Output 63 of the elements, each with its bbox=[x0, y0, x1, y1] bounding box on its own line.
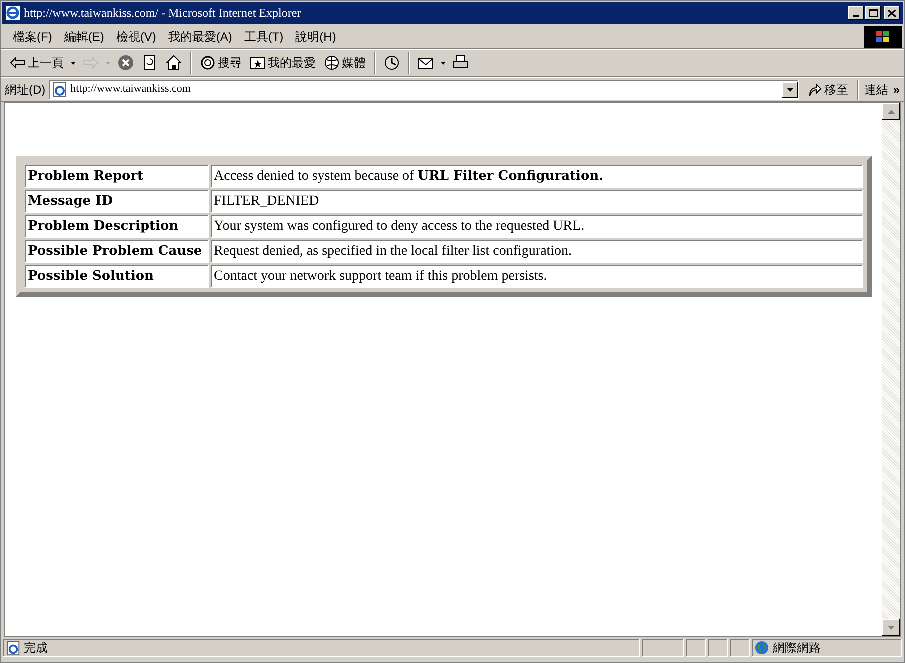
menu-item[interactable]: 檢視(V) bbox=[110, 26, 162, 46]
forward-arrow-icon bbox=[83, 55, 99, 71]
back-arrow-icon bbox=[10, 55, 26, 71]
status-pane bbox=[686, 639, 706, 657]
table-cell: Possible Solution bbox=[25, 265, 209, 288]
caret-icon bbox=[441, 62, 446, 64]
down-arrow-icon bbox=[888, 626, 894, 630]
media-button[interactable]: 媒體 bbox=[321, 51, 369, 75]
table-cell: Your system was configured to deny access to the requested URL. bbox=[211, 215, 863, 238]
search-button[interactable]: 搜尋 bbox=[197, 51, 245, 75]
search-icon bbox=[200, 55, 216, 71]
menu-item[interactable]: 工具(T) bbox=[238, 26, 290, 46]
minimize-button[interactable] bbox=[848, 6, 864, 20]
windows-logo bbox=[864, 26, 902, 48]
status-pane bbox=[730, 639, 750, 657]
address-label: 網址(D) bbox=[5, 82, 46, 98]
url-text: http://www.taiwankiss.com bbox=[70, 82, 192, 98]
table-cell: Problem Description bbox=[25, 215, 209, 238]
menu-item[interactable]: 說明(H) bbox=[290, 26, 342, 46]
table-cell: Possible Problem Cause bbox=[25, 240, 209, 263]
close-icon bbox=[888, 10, 896, 16]
go-button[interactable]: 移至 bbox=[802, 80, 854, 98]
scrollbar[interactable] bbox=[882, 103, 900, 636]
status-text: 完成 bbox=[24, 640, 48, 657]
printer-icon bbox=[453, 55, 469, 71]
page-icon bbox=[52, 82, 68, 98]
favorites-button[interactable]: 我的最愛 bbox=[247, 51, 319, 75]
table-cell: Message ID bbox=[25, 190, 209, 213]
refresh-icon bbox=[142, 55, 158, 71]
go-arrow-icon bbox=[808, 82, 822, 96]
globe-icon bbox=[755, 641, 769, 655]
back-button[interactable]: 上一頁 bbox=[7, 51, 67, 75]
caret-icon bbox=[106, 62, 111, 64]
address-field[interactable]: http://www.taiwankiss.com bbox=[48, 80, 800, 100]
page-icon bbox=[6, 640, 21, 656]
close-button[interactable] bbox=[884, 6, 900, 20]
table-cell: Problem Report bbox=[25, 165, 209, 188]
links-button[interactable]: 連結 bbox=[862, 80, 890, 98]
caret-icon bbox=[786, 88, 794, 92]
menu-item[interactable]: 我的最愛(A) bbox=[162, 26, 238, 46]
menu-item[interactable]: 檔案(F) bbox=[7, 26, 58, 46]
browser-icon bbox=[5, 5, 21, 21]
scroll-up-button[interactable] bbox=[882, 103, 900, 120]
dropdown-button[interactable] bbox=[782, 82, 798, 98]
status-pane bbox=[708, 639, 728, 657]
globe-icon bbox=[324, 55, 340, 71]
table-cell: FILTER_DENIED bbox=[211, 190, 863, 213]
table-cell: Contact your network support team if this problem persists. bbox=[211, 265, 863, 288]
maximize-icon bbox=[868, 9, 878, 17]
scroll-down-button[interactable] bbox=[882, 619, 900, 636]
table-cell: Request denied, as specified in the local filter list configuration. bbox=[211, 240, 863, 263]
stop-icon bbox=[118, 55, 134, 71]
chevron-button[interactable]: » bbox=[893, 80, 900, 98]
status-pane bbox=[642, 639, 684, 657]
maximize-button[interactable] bbox=[865, 6, 881, 20]
menu-item[interactable]: 編輯(E) bbox=[58, 26, 110, 46]
table-cell: Access denied to system because of URL Filter Configuration. bbox=[211, 165, 863, 188]
minimize-icon bbox=[853, 15, 859, 17]
home-icon bbox=[166, 55, 182, 71]
up-arrow-icon bbox=[888, 110, 894, 114]
window-title: http://www.taiwankiss.com/ - Microsoft Internet Explorer bbox=[24, 5, 302, 22]
caret-icon bbox=[71, 62, 76, 64]
zone-text: 網際網路 bbox=[773, 640, 821, 657]
